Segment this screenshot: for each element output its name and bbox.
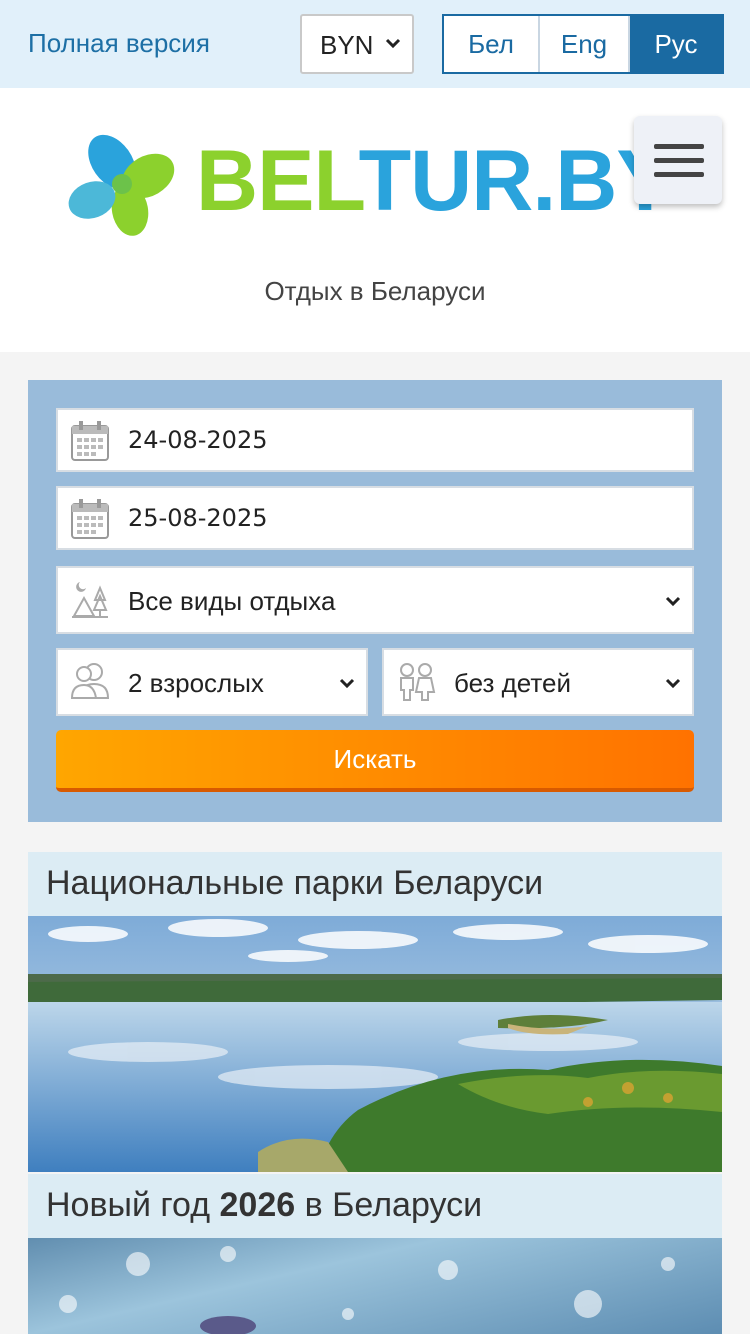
lang-rus-button[interactable]: Рус: [630, 16, 722, 72]
children-value: без детей: [454, 668, 571, 698]
vacation-type-select[interactable]: Все виды отдыха: [56, 566, 694, 634]
logo-text: BELTUR.BY: [196, 133, 674, 229]
top-bar: Полная версия BYN Бел Eng Рус: [0, 0, 750, 88]
chevron-down-icon: [339, 678, 355, 689]
date-from-input[interactable]: 24-08-2025: [56, 408, 694, 472]
card-title: Новый год 2026 в Беларуси: [28, 1174, 722, 1238]
search-form: 24-08-2025 25-08-2025 Все виды отдыха 2 …: [28, 380, 722, 822]
adults-value: 2 взрослых: [128, 668, 264, 698]
chevron-down-icon: [665, 596, 681, 607]
date-to-input[interactable]: 25-08-2025: [56, 486, 694, 550]
calendar-icon: [71, 421, 109, 461]
promo-card-national-parks[interactable]: Национальные парки Беларуси: [28, 852, 722, 1172]
search-button[interactable]: Искать: [56, 730, 694, 792]
chevron-down-icon: [385, 38, 401, 49]
currency-value: BYN: [320, 30, 374, 60]
lang-bel-button[interactable]: Бел: [444, 16, 540, 72]
site-tagline: Отдых в Беларуси: [264, 276, 486, 306]
camping-icon: [72, 582, 108, 618]
language-switcher: Бел Eng Рус: [442, 14, 724, 74]
site-logo[interactable]: BELTUR.BY: [66, 124, 674, 244]
children-icon: [400, 663, 436, 701]
clover-logo-icon: [68, 134, 175, 236]
promo-card-new-year[interactable]: Новый год 2026 в Беларуси: [28, 1174, 722, 1334]
children-select[interactable]: без детей: [382, 648, 694, 716]
currency-select[interactable]: BYN: [300, 14, 414, 74]
date-from-value: 24-08-2025: [128, 426, 268, 454]
adults-select[interactable]: 2 взрослых: [56, 648, 368, 716]
hamburger-menu-button[interactable]: [634, 116, 722, 204]
full-version-link[interactable]: Полная версия: [28, 28, 210, 59]
lang-eng-button[interactable]: Eng: [540, 16, 630, 72]
chevron-down-icon: [665, 678, 681, 689]
calendar-icon: [71, 499, 109, 539]
card-title: Национальные парки Беларуси: [28, 852, 722, 916]
date-to-value: 25-08-2025: [128, 504, 268, 532]
adults-icon: [70, 663, 110, 699]
vacation-type-value: Все виды отдыха: [128, 586, 336, 616]
site-header: BELTUR.BY Отдых в Беларуси: [0, 88, 750, 352]
